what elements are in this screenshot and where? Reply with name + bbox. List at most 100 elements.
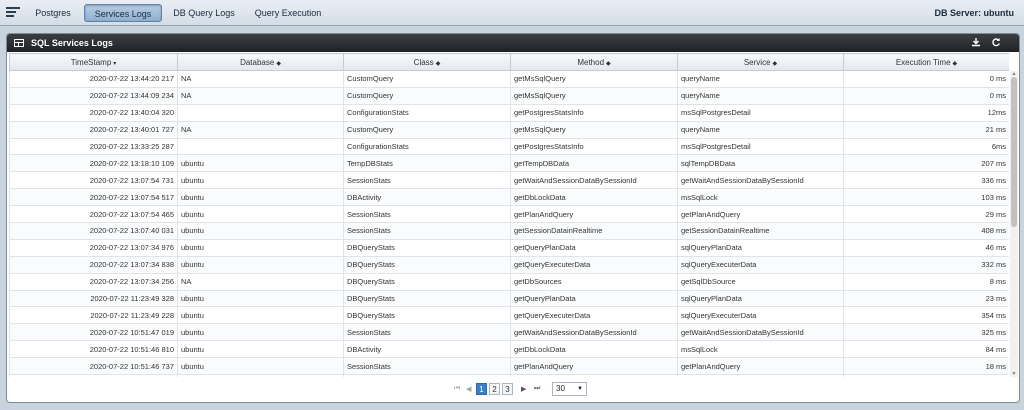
logs-grid: TimeStamp ▾ Database ◆ Class ◆ Method ◆ Serv…: [9, 53, 1009, 377]
table-row[interactable]: 2020-07-22 13:07:34 838 ubuntu DBQueryStat…: [9, 255, 1009, 274]
cell-class: TempDBStats: [343, 154, 511, 173]
page-button-3[interactable]: 3: [502, 383, 513, 395]
table-row[interactable]: 2020-07-22 13:18:10 109 ubuntu TempDBStats…: [9, 154, 1009, 173]
page-button-2[interactable]: 2: [489, 383, 500, 395]
cell-class: SessionStats: [343, 357, 511, 376]
scroll-down-icon[interactable]: ▼: [1010, 371, 1018, 377]
column-label: TimeStamp: [70, 57, 112, 67]
logs-table: TimeStamp ▾ Database ◆ Class ◆ Method ◆ Serv…: [9, 53, 1009, 377]
table-row[interactable]: 2020-07-22 13:44:09 234 NA CustomQuery getM…: [9, 86, 1009, 105]
table-row[interactable]: 2020-07-22 10:51:46 810 ubuntu DBActivity g…: [9, 340, 1009, 359]
cell-database: [177, 103, 344, 122]
download-icon[interactable]: [970, 37, 982, 49]
cell-execution-time: 103 ms: [843, 188, 1009, 207]
cell-database: ubuntu: [177, 374, 344, 377]
sort-icon: ◆: [435, 60, 441, 67]
cell-method: getWaitAndSessionDataBySessionId: [510, 323, 678, 342]
cell-database: NA: [177, 70, 344, 88]
cell-execution-time: 325 ms: [843, 323, 1009, 342]
tab-services-logs[interactable]: Services Logs: [84, 4, 162, 22]
cell-service: queryName: [677, 86, 844, 105]
cell-service: getWaitAndSessionDataBySessionId: [677, 323, 844, 342]
cell-service: getPlanAndQuery: [677, 357, 844, 376]
cell-method: getPlanAndQuery: [510, 357, 678, 376]
cell-timestamp: 2020-07-22 13:07:34 976: [9, 238, 178, 257]
panel-title: SQL Services Logs: [31, 38, 113, 48]
cell-timestamp: 2020-07-22 13:44:20 217: [9, 70, 178, 88]
cell-timestamp: 2020-07-22 13:07:54 517: [9, 188, 178, 207]
table-row[interactable]: 2020-07-22 13:07:34 256 NA DBQueryStats get…: [9, 272, 1009, 291]
next-page-icon[interactable]: ▶: [521, 385, 526, 393]
table-row[interactable]: 2020-07-22 11:23:49 328 ubuntu DBQueryStat…: [9, 289, 1009, 308]
hamburger-menu-icon[interactable]: [6, 7, 20, 19]
cell-timestamp: 2020-07-22 10:49:29 448: [9, 374, 178, 377]
column-label: Method: [577, 57, 605, 67]
first-page-icon[interactable]: ⏮: [454, 385, 460, 393]
column-label: Database: [240, 57, 275, 67]
cell-database: ubuntu: [177, 289, 344, 308]
cell-timestamp: 2020-07-22 11:23:49 228: [9, 306, 178, 325]
column-header-service[interactable]: Service ◆: [677, 53, 844, 71]
table-row[interactable]: 2020-07-22 13:07:54 731 ubuntu SessionStat…: [9, 171, 1009, 190]
cell-class: DBActivity: [343, 340, 511, 359]
table-row[interactable]: 2020-07-22 13:07:34 976 ubuntu DBQueryStat…: [9, 238, 1009, 257]
cell-execution-time: 332 ms: [843, 255, 1009, 274]
cell-service: msSqlLock: [677, 188, 844, 207]
cell-class: SessionStats: [343, 323, 511, 342]
table-row[interactable]: 2020-07-22 13:40:04 320 ConfigurationStat…: [9, 103, 1009, 122]
column-label: Execution Time: [895, 57, 951, 67]
table-row[interactable]: 2020-07-22 10:51:46 737 ubuntu SessionStat…: [9, 357, 1009, 376]
table-row[interactable]: 2020-07-22 13:07:54 465 ubuntu SessionStat…: [9, 205, 1009, 224]
cell-service: getWaitAndSessionDataBySessionId: [677, 171, 844, 190]
tab-db-query-logs[interactable]: DB Query Logs: [166, 4, 242, 22]
table-row[interactable]: 2020-07-22 13:07:40 031 ubuntu SessionStat…: [9, 222, 1009, 240]
chevron-down-icon: ▼: [577, 386, 583, 392]
column-header-timestamp[interactable]: TimeStamp ▾: [9, 53, 178, 71]
page-button-1[interactable]: 1: [476, 383, 487, 395]
cell-service: sqlQueryPlanData: [677, 238, 844, 257]
page-size-value: 30: [556, 384, 565, 393]
page-size-select[interactable]: 30 ▼: [552, 382, 587, 396]
cell-class: DBQueryStats: [343, 306, 511, 325]
column-header-class[interactable]: Class ◆: [343, 53, 511, 71]
cell-class: CustomQuery: [343, 70, 511, 88]
cell-execution-time: 21 ms: [843, 120, 1009, 139]
cell-timestamp: 2020-07-22 13:40:01 727: [9, 120, 178, 139]
vertical-scrollbar[interactable]: ▲ ▼: [1010, 71, 1018, 377]
sort-icon: ◆: [772, 60, 778, 67]
cell-execution-time: 29 ms: [843, 205, 1009, 224]
prev-page-icon[interactable]: ◀: [466, 385, 471, 393]
table-row[interactable]: 2020-07-22 13:40:01 727 NA CustomQuery getM…: [9, 120, 1009, 139]
cell-execution-time: 279 ms: [843, 374, 1009, 377]
cell-method: getPlanAndQuery: [510, 205, 678, 224]
table-row[interactable]: 2020-07-22 11:23:49 228 ubuntu DBQueryStat…: [9, 306, 1009, 325]
scrollbar-thumb[interactable]: [1011, 77, 1017, 227]
cell-timestamp: 2020-07-22 13:07:54 465: [9, 205, 178, 224]
table-row[interactable]: 2020-07-22 13:33:25 287 ConfigurationStat…: [9, 137, 1009, 156]
cell-method: getDbLockData: [510, 340, 678, 359]
cell-database: ubuntu: [177, 171, 344, 190]
cell-timestamp: 2020-07-22 13:07:34 256: [9, 272, 178, 291]
table-row[interactable]: 2020-07-22 13:44:20 217 NA CustomQuery getM…: [9, 70, 1009, 88]
table-row[interactable]: 2020-07-22 10:51:47 019 ubuntu SessionStat…: [9, 323, 1009, 342]
table-row[interactable]: 2020-07-22 10:49:29 448ubuntuSessionStat…: [9, 374, 1009, 377]
tab-postgres[interactable]: Postgres: [28, 4, 78, 22]
last-page-icon[interactable]: ⏭: [534, 385, 540, 393]
cell-method: getQueryExecuterData: [510, 255, 678, 274]
cell-execution-time: 6ms: [843, 137, 1009, 156]
column-header-database[interactable]: Database ◆: [177, 53, 344, 71]
cell-class: SessionStats: [343, 222, 511, 240]
cell-database: ubuntu: [177, 188, 344, 207]
column-header-method[interactable]: Method ◆: [510, 53, 678, 71]
table-row[interactable]: 2020-07-22 13:07:54 517 ubuntu DBActivity g…: [9, 188, 1009, 207]
cell-method: getQueryPlanData: [510, 289, 678, 308]
column-header-execution-time[interactable]: Execution Time ◆: [843, 53, 1009, 71]
sort-desc-icon: ▾: [113, 60, 117, 67]
pagination: ⏮ ◀ 1 2 3 ▶ ⏭ 30 ▼: [7, 379, 1019, 401]
refresh-icon[interactable]: [990, 37, 1002, 49]
cell-execution-time: 23 ms: [843, 289, 1009, 308]
cell-class: CustomQuery: [343, 86, 511, 105]
cell-timestamp: 2020-07-22 13:44:09 234: [9, 86, 178, 105]
cell-service: sqlQueryPlanData: [677, 289, 844, 308]
tab-query-execution[interactable]: Query Execution: [248, 4, 328, 22]
